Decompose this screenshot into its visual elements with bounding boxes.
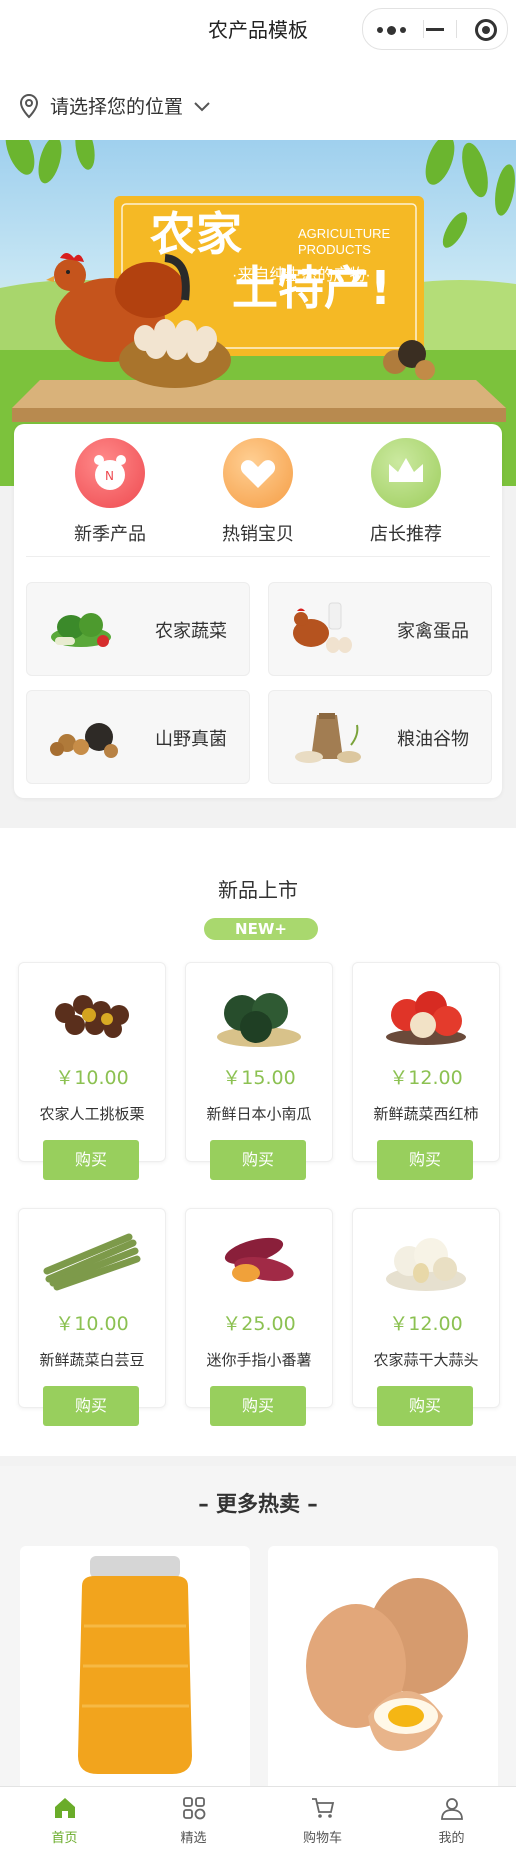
hot-product-card[interactable] xyxy=(20,1546,250,1806)
buy-button[interactable]: 购买 xyxy=(377,1386,473,1426)
product-card[interactable]: ￥10.00 新鲜蔬菜白芸豆 xyxy=(18,1208,166,1408)
category-label: 新季产品 xyxy=(74,524,146,545)
bottom-tab-bar: 首页 精选 购物车 我的 xyxy=(0,1786,516,1849)
heart-icon xyxy=(223,438,293,508)
section-title: 新品上市 xyxy=(218,878,298,902)
category-new-season[interactable]: N 新季产品 xyxy=(50,438,170,546)
product-price: ￥10.00 xyxy=(55,1313,129,1335)
product-name: 农家人工挑板栗 xyxy=(39,1105,145,1123)
title-bar: 农产品模板 xyxy=(0,0,516,56)
minimize-icon[interactable] xyxy=(426,28,444,31)
vegetables-icon xyxy=(51,613,111,647)
category-label: 家禽蛋品 xyxy=(397,621,469,642)
close-target-icon[interactable] xyxy=(475,19,497,41)
buy-button[interactable]: 购买 xyxy=(377,1140,473,1180)
product-card[interactable]: ￥25.00 迷你手指小番薯 xyxy=(185,1208,333,1408)
buy-button[interactable]: 购买 xyxy=(210,1386,306,1426)
tab-home[interactable]: 首页 xyxy=(0,1787,129,1849)
product-price: ￥10.00 xyxy=(55,1067,129,1089)
eggs-icon xyxy=(306,1578,468,1751)
product-price: ￥15.00 xyxy=(222,1067,296,1089)
category-label: 热销宝贝 xyxy=(222,524,294,545)
category-label: 店长推荐 xyxy=(370,524,442,545)
chestnut-icon xyxy=(55,995,129,1038)
tab-label: 我的 xyxy=(438,1831,465,1846)
category-panel: N 新季产品 热销宝贝 店长推荐 农家蔬菜 家禽蛋品 山野真菌 粮油谷物 xyxy=(14,424,502,798)
banner-headline-1: 农家 xyxy=(150,207,242,261)
buy-button[interactable]: 购买 xyxy=(43,1140,139,1180)
grid-icon xyxy=(183,1797,206,1820)
sweet-potato-icon xyxy=(224,1237,294,1282)
category-label: 山野真菌 xyxy=(155,729,227,750)
crown-icon xyxy=(371,438,441,508)
banner-headline-2: 土特产! xyxy=(232,261,391,315)
product-card[interactable]: ￥10.00 农家人工挑板栗 xyxy=(18,962,166,1162)
cart-icon xyxy=(312,1798,335,1818)
category-hot-sale[interactable]: 热销宝贝 xyxy=(198,438,318,546)
category-recommend[interactable]: 店长推荐 xyxy=(346,438,466,546)
tab-selected[interactable]: 精选 xyxy=(129,1787,258,1849)
category-poultry-eggs[interactable]: 家禽蛋品 xyxy=(268,582,492,676)
category-label: 农家蔬菜 xyxy=(155,621,227,642)
pumpkin-icon xyxy=(217,993,301,1047)
category-grain-oil[interactable]: 粮油谷物 xyxy=(268,690,492,784)
green-bean-icon xyxy=(43,1233,141,1291)
hot-product-card[interactable] xyxy=(268,1546,498,1806)
hot-title-text: 更多热卖 xyxy=(216,1492,300,1516)
product-card[interactable]: ￥12.00 农家蒜干大蒜头 xyxy=(352,1208,500,1408)
svg-text:N: N xyxy=(105,469,114,483)
home-icon xyxy=(55,1798,75,1818)
product-card[interactable]: ￥12.00 新鲜蔬菜西红柿 xyxy=(352,962,500,1162)
honey-jar-icon xyxy=(78,1556,192,1774)
product-name: 新鲜蔬菜西红柿 xyxy=(373,1105,479,1123)
category-vegetables[interactable]: 农家蔬菜 xyxy=(26,582,250,676)
new-products-section: 新品上市 NEW+ ￥10.00 农家人工挑板栗 购买 ￥15.00 新鲜日本小… xyxy=(0,828,516,1456)
category-mushroom[interactable]: 山野真菌 xyxy=(26,690,250,784)
chicken-eggs-icon xyxy=(293,602,352,653)
mini-program-capsule[interactable] xyxy=(362,8,508,50)
tomato-icon xyxy=(386,991,466,1045)
product-card[interactable]: ￥15.00 新鲜日本小南瓜 xyxy=(185,962,333,1162)
product-name: 迷你手指小番薯 xyxy=(206,1351,312,1369)
tab-mine[interactable]: 我的 xyxy=(387,1787,516,1849)
product-name: 新鲜日本小南瓜 xyxy=(206,1105,312,1123)
hot-section-title: – 更多热卖 – xyxy=(198,1492,318,1516)
more-icon[interactable] xyxy=(377,26,406,35)
buy-button[interactable]: 购买 xyxy=(210,1140,306,1180)
product-name: 农家蒜干大蒜头 xyxy=(373,1351,479,1369)
tab-label: 精选 xyxy=(180,1831,207,1846)
grain-sack-icon xyxy=(295,713,361,763)
product-name: 新鲜蔬菜白芸豆 xyxy=(39,1351,145,1369)
product-price: ￥12.00 xyxy=(389,1313,463,1335)
location-text[interactable]: 请选择您的位置 xyxy=(50,92,183,119)
buy-button[interactable]: 购买 xyxy=(43,1386,139,1426)
chevron-down-icon[interactable] xyxy=(193,100,211,112)
tab-label: 购物车 xyxy=(302,1831,342,1846)
user-icon xyxy=(441,1798,463,1820)
tab-label: 首页 xyxy=(51,1831,78,1846)
product-price: ￥25.00 xyxy=(222,1313,296,1335)
location-pin-icon xyxy=(19,93,39,118)
banner-en-2: PRODUCTS xyxy=(298,242,371,257)
tab-cart[interactable]: 购物车 xyxy=(258,1787,387,1849)
new-badge: NEW+ xyxy=(204,918,318,940)
category-label: 粮油谷物 xyxy=(397,729,469,750)
alarm-clock-icon: N xyxy=(75,438,145,508)
banner-en-1: AGRICULTURE xyxy=(298,226,391,241)
location-bar[interactable]: 请选择您的位置 xyxy=(0,56,516,140)
mushroom-icon xyxy=(50,723,118,758)
garlic-icon xyxy=(386,1238,466,1291)
hot-sale-section: – 更多热卖 – xyxy=(0,1466,516,1806)
product-price: ￥12.00 xyxy=(389,1067,463,1089)
